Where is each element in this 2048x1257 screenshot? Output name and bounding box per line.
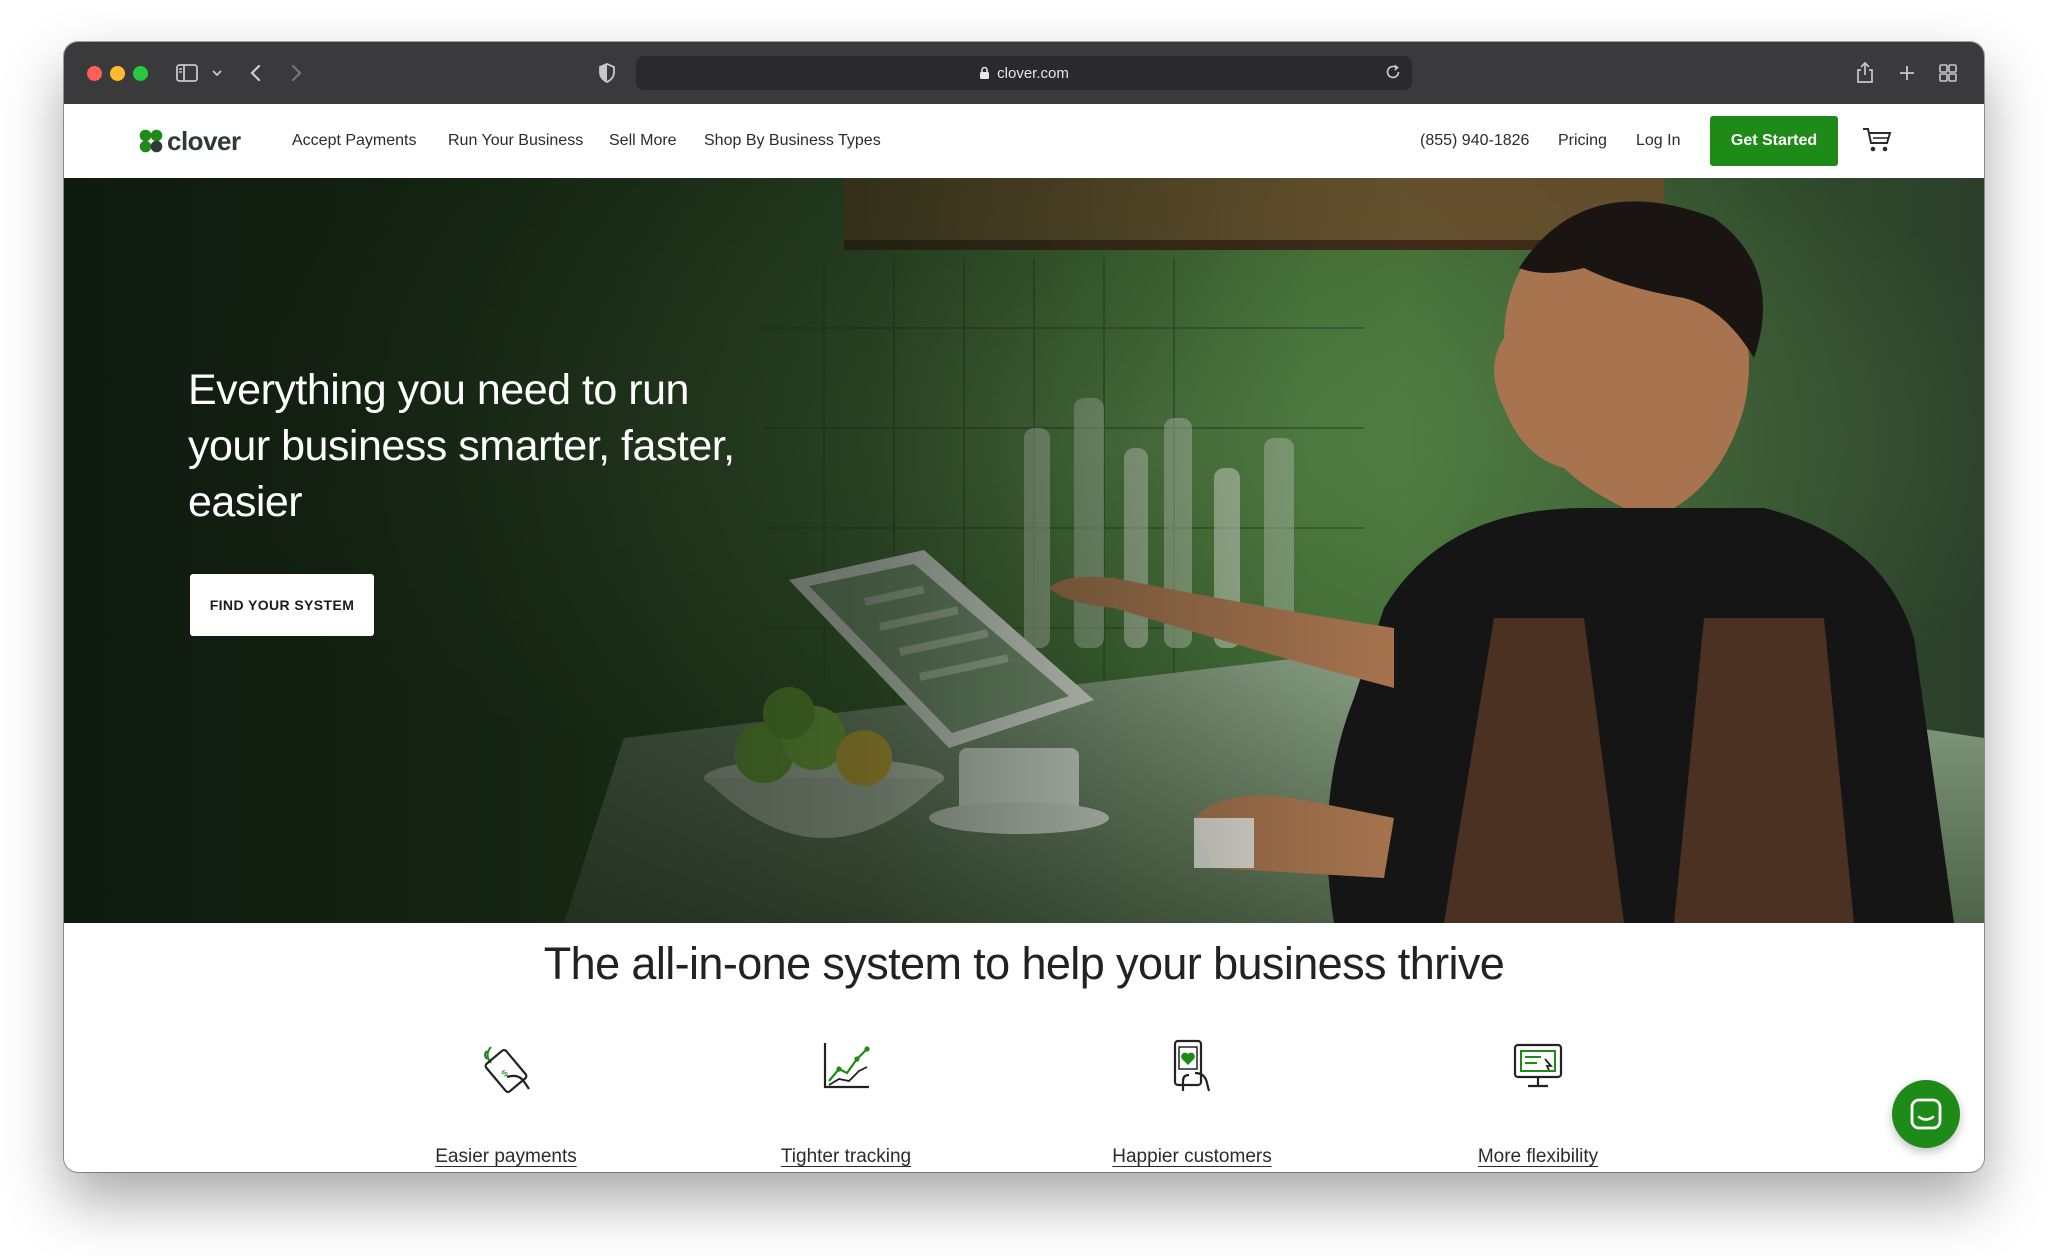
hero-headline: Everything you need to run your business…	[188, 366, 735, 526]
hero-photo	[64, 178, 1984, 923]
browser-window: clover.com clover Accept Payments Run Yo…	[64, 42, 1984, 1172]
feature-easier-payments[interactable]: $ Easier payments	[376, 1038, 636, 1168]
nav-pricing[interactable]: Pricing	[1558, 104, 1607, 178]
lock-icon	[979, 66, 990, 80]
features-title: The all-in-one system to help your busin…	[543, 938, 1505, 989]
logo-wordmark: clover	[167, 125, 241, 156]
reload-icon[interactable]	[1384, 63, 1402, 81]
nav-run-your-business[interactable]: Run Your Business	[448, 104, 583, 178]
chat-button[interactable]	[1892, 1080, 1960, 1148]
nav-accept-payments[interactable]: Accept Payments	[292, 104, 417, 178]
new-tab-icon[interactable]	[1898, 58, 1916, 88]
cart-icon[interactable]	[1862, 126, 1892, 154]
monitor-pos-icon	[1511, 1038, 1565, 1094]
feature-more-flexibility[interactable]: More flexibility	[1408, 1038, 1668, 1168]
minimize-window-button[interactable]	[110, 66, 125, 81]
clover-leaf-icon	[139, 129, 163, 153]
nav-log-in[interactable]: Log In	[1636, 104, 1680, 178]
feature-label[interactable]: Happier customers	[1112, 1146, 1271, 1168]
chevron-down-icon[interactable]	[212, 58, 222, 88]
site-header: clover Accept Payments Run Your Business…	[64, 104, 1984, 178]
zoom-window-button[interactable]	[133, 66, 148, 81]
tab-overview-icon[interactable]	[1938, 58, 1958, 88]
browser-toolbar: clover.com	[64, 42, 1984, 105]
share-icon[interactable]	[1856, 58, 1874, 88]
get-started-button[interactable]: Get Started	[1710, 116, 1838, 166]
screenshot-stage: clover.com clover Accept Payments Run Yo…	[0, 0, 2048, 1257]
contactless-card-icon: $	[479, 1038, 533, 1094]
address-bar[interactable]: clover.com	[636, 56, 1412, 90]
feature-happier-customers[interactable]: Happier customers	[1062, 1038, 1322, 1168]
sidebar-toggle-icon[interactable]	[176, 58, 198, 88]
line-chart-icon	[819, 1038, 873, 1094]
phone-heart-icon	[1165, 1038, 1219, 1094]
hero-section: Everything you need to run your business…	[64, 178, 1984, 923]
nav-sell-more[interactable]: Sell More	[609, 104, 677, 178]
nav-shop-by-business-types[interactable]: Shop By Business Types	[704, 104, 881, 178]
phone-number-link[interactable]: (855) 940-1826	[1420, 104, 1529, 178]
back-icon[interactable]	[250, 58, 262, 88]
close-window-button[interactable]	[87, 66, 102, 81]
clover-logo[interactable]: clover	[138, 126, 241, 156]
feature-tighter-tracking[interactable]: Tighter tracking	[716, 1038, 976, 1168]
forward-icon[interactable]	[290, 58, 302, 88]
feature-label[interactable]: Tighter tracking	[781, 1146, 911, 1168]
feature-label[interactable]: Easier payments	[435, 1146, 577, 1168]
feature-label[interactable]: More flexibility	[1478, 1146, 1598, 1168]
url-text: clover.com	[997, 64, 1069, 82]
chat-icon	[1910, 1098, 1942, 1130]
privacy-shield-icon[interactable]	[598, 58, 616, 88]
find-your-system-button[interactable]: FIND YOUR SYSTEM	[190, 574, 374, 636]
